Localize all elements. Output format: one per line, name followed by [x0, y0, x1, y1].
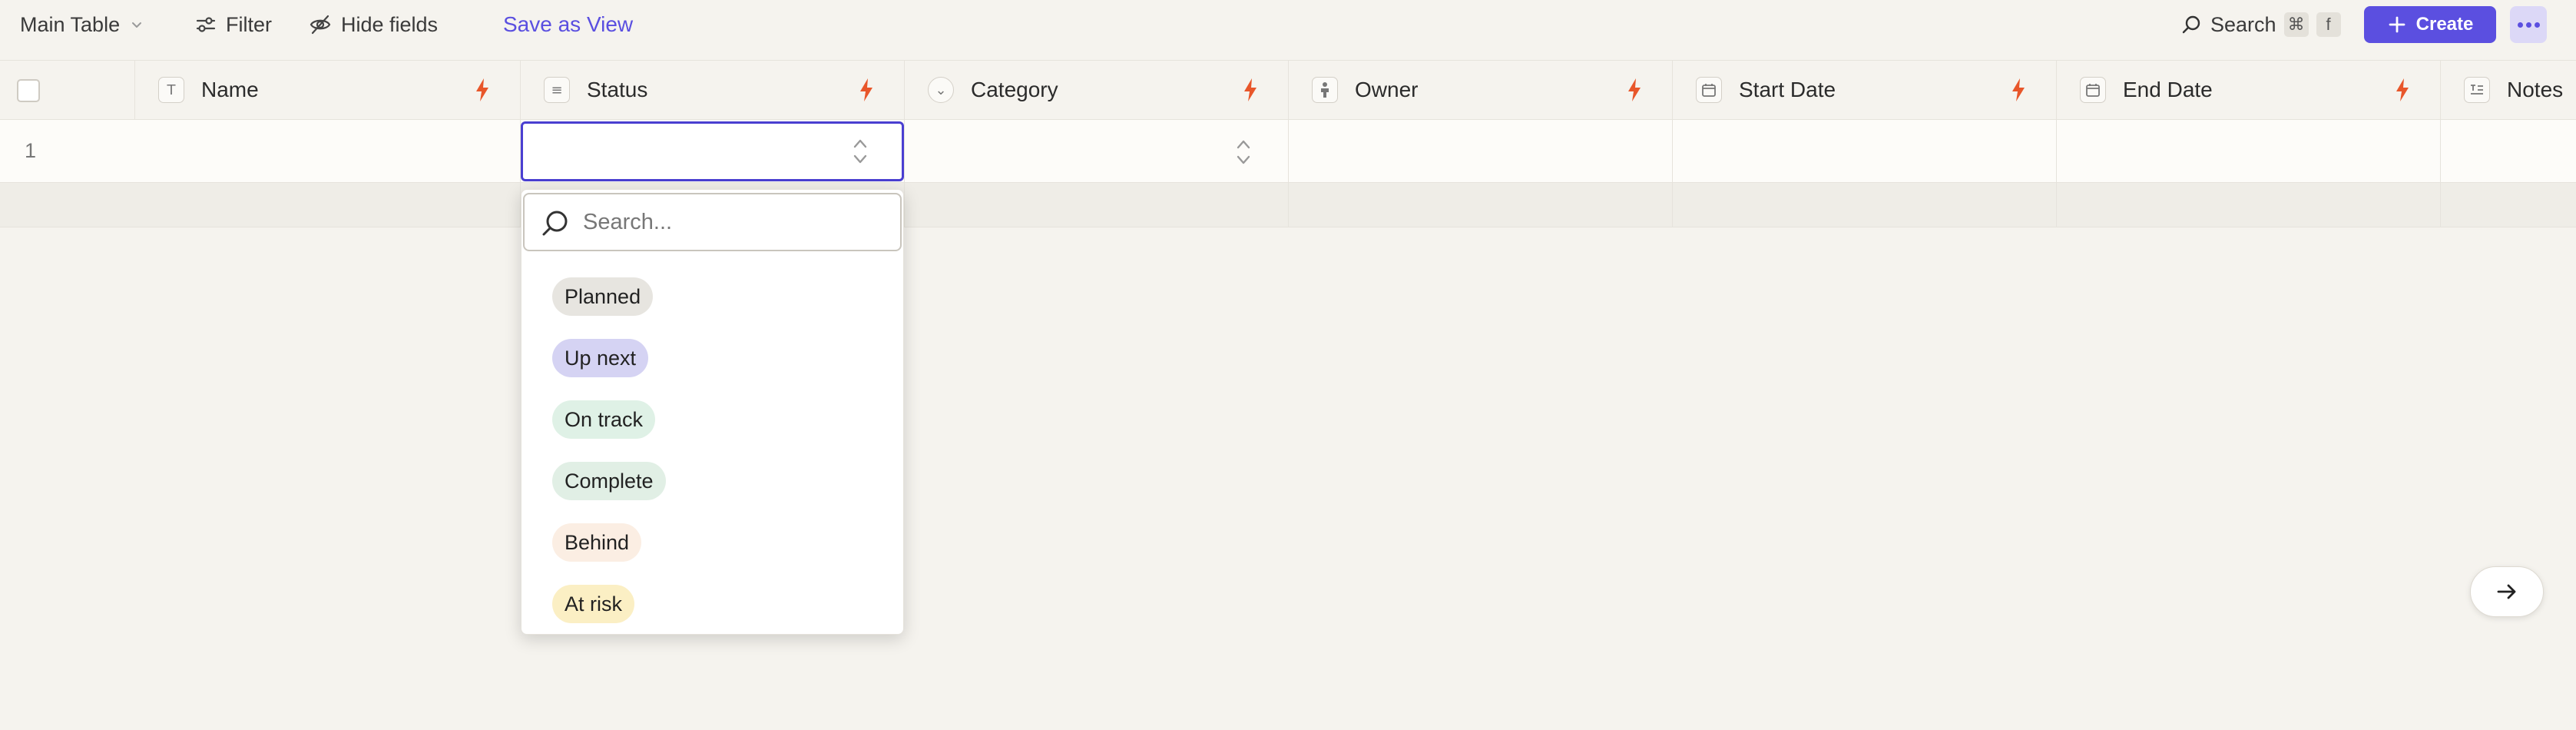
search-icon — [542, 211, 568, 236]
category-cell[interactable] — [905, 120, 1289, 182]
column-header-status[interactable]: ≡ Status — [521, 61, 905, 119]
end-date-cell[interactable] — [2057, 120, 2441, 182]
column-header-name[interactable]: T Name — [135, 61, 521, 119]
save-as-view-button[interactable]: Save as View — [503, 0, 633, 49]
chevron-up-down-icon[interactable] — [850, 136, 870, 167]
lightning-bolt-icon[interactable] — [2394, 78, 2411, 102]
option-complete[interactable]: Complete — [552, 462, 666, 500]
column-header-end-date[interactable]: End Date — [2057, 61, 2441, 119]
owner-cell[interactable] — [1289, 120, 1673, 182]
select-all-checkbox[interactable] — [17, 79, 40, 102]
empty-cell — [2057, 183, 2441, 227]
arrow-right-icon — [2497, 584, 2516, 599]
option-search-input[interactable]: Search... — [523, 193, 902, 251]
column-label: Status — [587, 78, 648, 101]
option-on-track[interactable]: On track — [552, 400, 656, 439]
hide-fields-label: Hide fields — [341, 12, 439, 36]
toolbar: Main Table Filter Hide fields Save as Vi… — [0, 0, 2576, 49]
calendar-icon — [1696, 77, 1722, 103]
option-at-risk[interactable]: At risk — [552, 585, 635, 623]
search-placeholder: Search... — [583, 209, 673, 234]
long-text-icon — [2464, 77, 2490, 103]
shortcut-key-f: f — [2316, 12, 2341, 37]
hide-fields-button[interactable]: Hide fields — [309, 0, 438, 49]
list-icon: ≡ — [544, 77, 570, 103]
status-options-dropdown: Search... Planned Up next On track Compl… — [521, 189, 904, 635]
dot-icon — [2525, 22, 2531, 28]
filter-button[interactable]: Filter — [195, 0, 272, 49]
option-planned[interactable]: Planned — [552, 277, 654, 316]
search-icon — [2182, 15, 2200, 34]
row-number: 1 — [25, 139, 37, 162]
dot-icon — [2534, 22, 2540, 28]
search-label: Search — [2210, 12, 2276, 36]
column-label: Category — [971, 78, 1058, 101]
person-icon — [1312, 77, 1338, 103]
lightning-bolt-icon[interactable] — [474, 78, 491, 102]
shortcut-key-cmd: ⌘ — [2283, 12, 2309, 37]
more-options-button[interactable] — [2510, 6, 2547, 43]
column-label: Owner — [1355, 78, 1419, 101]
row-number-cell: 1 — [0, 120, 135, 182]
empty-cell — [905, 183, 1289, 227]
eye-off-icon — [310, 15, 331, 35]
option-behind[interactable]: Behind — [552, 523, 642, 562]
view-selector[interactable]: Main Table — [20, 0, 144, 49]
chevron-up-down-icon[interactable] — [1233, 137, 1253, 168]
column-header-notes[interactable]: Notes — [2441, 61, 2576, 119]
empty-cell — [1673, 183, 2057, 227]
option-up-next[interactable]: Up next — [552, 339, 649, 377]
create-button[interactable]: Create — [2364, 6, 2496, 43]
empty-cell — [135, 183, 521, 227]
select-all-cell — [0, 61, 135, 119]
empty-cell — [1289, 183, 1673, 227]
status-select-input[interactable] — [521, 121, 904, 181]
empty-cell — [0, 183, 135, 227]
column-header-owner[interactable]: Owner — [1289, 61, 1673, 119]
lightning-bolt-icon[interactable] — [858, 78, 875, 102]
filter-sliders-icon — [196, 17, 216, 32]
notes-cell[interactable] — [2441, 120, 2576, 182]
circle-check-icon: ⌄ — [928, 77, 954, 103]
column-label: Start Date — [1739, 78, 1836, 101]
start-date-cell[interactable] — [1673, 120, 2057, 182]
search-button[interactable]: Search ⌘ f — [2181, 0, 2341, 49]
column-label: Name — [201, 78, 259, 101]
lightning-bolt-icon[interactable] — [2010, 78, 2027, 102]
add-row-strip[interactable] — [0, 183, 2576, 227]
table-row[interactable]: 1 — [0, 120, 2576, 183]
scroll-right-button[interactable] — [2470, 566, 2544, 617]
column-header-start-date[interactable]: Start Date — [1673, 61, 2057, 119]
column-label: Notes — [2507, 78, 2564, 101]
plus-icon — [2389, 16, 2405, 33]
calendar-icon — [2080, 77, 2106, 103]
view-name-label: Main Table — [20, 12, 121, 36]
text-type-icon: T — [158, 77, 184, 103]
column-label: End Date — [2123, 78, 2213, 101]
lightning-bolt-icon[interactable] — [1242, 78, 1259, 102]
table-header: T Name ≡ Status ⌄ Category Owner Start D… — [0, 60, 2576, 120]
lightning-bolt-icon[interactable] — [1626, 78, 1643, 102]
name-cell[interactable] — [135, 120, 521, 182]
column-header-category[interactable]: ⌄ Category — [905, 61, 1289, 119]
create-label: Create — [2415, 14, 2474, 35]
filter-label: Filter — [226, 12, 272, 36]
chevron-down-icon — [132, 22, 142, 28]
dot-icon — [2517, 22, 2523, 28]
